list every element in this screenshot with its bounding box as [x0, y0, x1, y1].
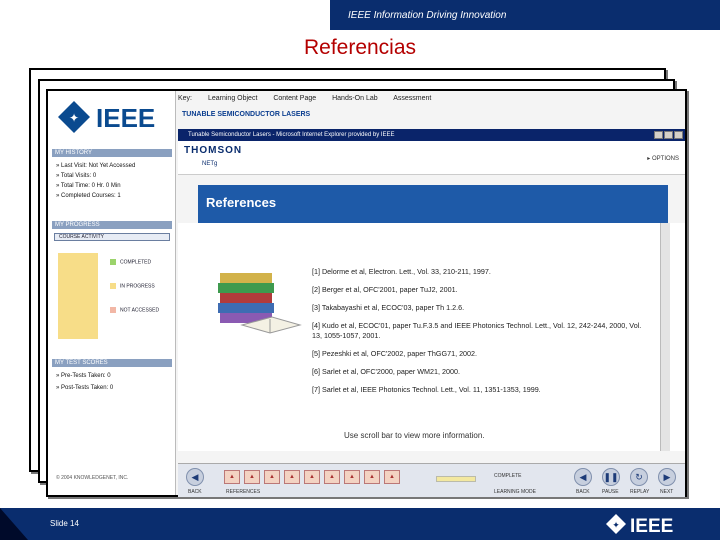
browser-titlebar: Tunable Semiconductor Lasers - Microsoft…	[178, 129, 685, 141]
activity-select[interactable]: COURSE ACTIVITY	[54, 233, 170, 241]
references-label: REFERENCES	[226, 489, 261, 495]
references-heading: References	[206, 195, 277, 210]
reference-item: [4] Kudo et al, ECOC'01, paper Tu.F.3.5 …	[312, 321, 642, 340]
learning-mode-label: LEARNING MODE	[494, 489, 536, 495]
history-title: MY HISTORY	[52, 149, 172, 157]
page-thumb[interactable]: ▲	[244, 470, 260, 484]
left-panel: ✦ IEEE MY HISTORY » Last Visit: Not Yet …	[48, 91, 176, 495]
legend-in-progress: IN PROGRESS	[110, 283, 155, 289]
minimize-button[interactable]	[654, 131, 663, 139]
close-button[interactable]	[674, 131, 683, 139]
key-content-page: Content Page	[273, 95, 317, 102]
scroll-note: Use scroll bar to view more information.	[344, 431, 485, 440]
svg-text:✦: ✦	[69, 111, 79, 125]
reference-item: [3] Takabayashi et al, ECOC'03, paper Th…	[312, 303, 465, 312]
key-hands-on-lab: Hands-On Lab	[332, 95, 378, 102]
netg-logo: NETg	[202, 161, 218, 167]
page-thumb[interactable]: ▲	[284, 470, 300, 484]
stat-total-time: » Total Time: 0 Hr. 0 Min	[56, 183, 121, 189]
slide-number: Slide 14	[50, 519, 79, 528]
back-icon[interactable]: ◀	[186, 468, 204, 486]
svg-text:✦: ✦	[612, 520, 620, 530]
key-label: Key:	[178, 95, 193, 102]
copyright: © 2004 KNOWLEDGENET, INC.	[56, 475, 129, 481]
svg-text:IEEE: IEEE	[96, 103, 155, 133]
reference-item: [6] Sarlet et al, OFC'2000, paper WM21, …	[312, 367, 460, 376]
page-thumb[interactable]: ▲	[324, 470, 340, 484]
complete-label: COMPLETE	[494, 473, 522, 479]
back-label-2: BACK	[576, 489, 590, 495]
svg-text:IEEE: IEEE	[630, 516, 673, 536]
pause-label: PAUSE	[602, 489, 619, 495]
reference-item: [7] Sarlet et al, IEEE Photonics Technol…	[312, 385, 541, 394]
key-learning-object: Learning Object	[207, 95, 258, 102]
top-banner: IEEE Information Driving Innovation	[0, 0, 720, 30]
legend-completed: COMPLETED	[110, 259, 151, 265]
maximize-button[interactable]	[664, 131, 673, 139]
next-icon[interactable]: ▶	[658, 468, 676, 486]
reference-item: [2] Berger et al, OFC'2001, paper TuJ2, …	[312, 285, 458, 294]
page-thumb[interactable]: ▲	[344, 470, 360, 484]
ieee-logo: ✦ IEEE	[58, 101, 155, 133]
content-area: [1] Delorme et al, Electron. Lett., Vol.…	[178, 223, 685, 451]
replay-label: REPLAY	[630, 489, 650, 495]
back-label: BACK	[188, 489, 202, 495]
footer-accent	[0, 508, 28, 540]
page-thumb[interactable]: ▲	[304, 470, 320, 484]
stat-completed: » Completed Courses: 1	[56, 193, 121, 199]
brand-bar: THOMSON NETg ▸ OPTIONS	[178, 141, 685, 175]
slide-title: Referencias	[303, 36, 417, 59]
progress-bar	[58, 253, 98, 339]
completion-progress	[436, 476, 476, 482]
topic-title: TUNABLE SEMICONDUCTOR LASERS	[182, 111, 311, 118]
tests-title: MY TEST SCORES	[52, 359, 172, 367]
reference-item: [5] Pezeshki et al, OFC'2002, paper ThGG…	[312, 349, 478, 358]
progress-title: MY PROGRESS	[52, 221, 172, 229]
page-thumb[interactable]: ▲	[364, 470, 380, 484]
content-scrollbar[interactable]	[660, 223, 670, 451]
post-tests[interactable]: » Post-Tests Taken: 0	[56, 385, 113, 391]
reference-item: [1] Delorme et al, Electron. Lett., Vol.…	[312, 267, 491, 276]
reference-list: [1] Delorme et al, Electron. Lett., Vol.…	[312, 267, 652, 403]
next-label: NEXT	[660, 489, 674, 495]
stat-last-visit: » Last Visit: Not Yet Accessed	[56, 163, 136, 169]
back-button-icon[interactable]: ◀	[574, 468, 592, 486]
footer-ieee-logo: ✦ IEEE	[606, 514, 673, 536]
stat-total-visits: » Total Visits: 0	[56, 173, 97, 179]
course-navbar: ◀ BACK ▲ ▲ ▲ ▲ ▲ ▲ ▲ ▲ ▲ REFERENCES COMP…	[178, 463, 685, 497]
books-icon	[218, 273, 302, 334]
replay-icon[interactable]: ↻	[630, 468, 648, 486]
page-thumb[interactable]: ▲	[224, 470, 240, 484]
page-thumb[interactable]: ▲	[264, 470, 280, 484]
pre-tests[interactable]: » Pre-Tests Taken: 0	[56, 373, 111, 379]
thomson-logo: THOMSON	[184, 145, 243, 156]
references-header: References	[198, 185, 668, 223]
key-assessment: Assessment	[393, 95, 432, 102]
footer-bar: Slide 14 ✦ IEEE	[0, 508, 720, 540]
pause-icon[interactable]: ❚❚	[602, 468, 620, 486]
options-link[interactable]: ▸ OPTIONS	[647, 155, 679, 162]
page-thumb[interactable]: ▲	[384, 470, 400, 484]
key-bar: Key: Learning Object Content Page Hands-…	[178, 95, 685, 107]
tagline: IEEE Information Driving Innovation	[348, 10, 507, 21]
legend-not-accessed: NOT ACCESSED	[110, 307, 159, 313]
screenshot-front: ✦ IEEE MY HISTORY » Last Visit: Not Yet …	[46, 89, 687, 497]
